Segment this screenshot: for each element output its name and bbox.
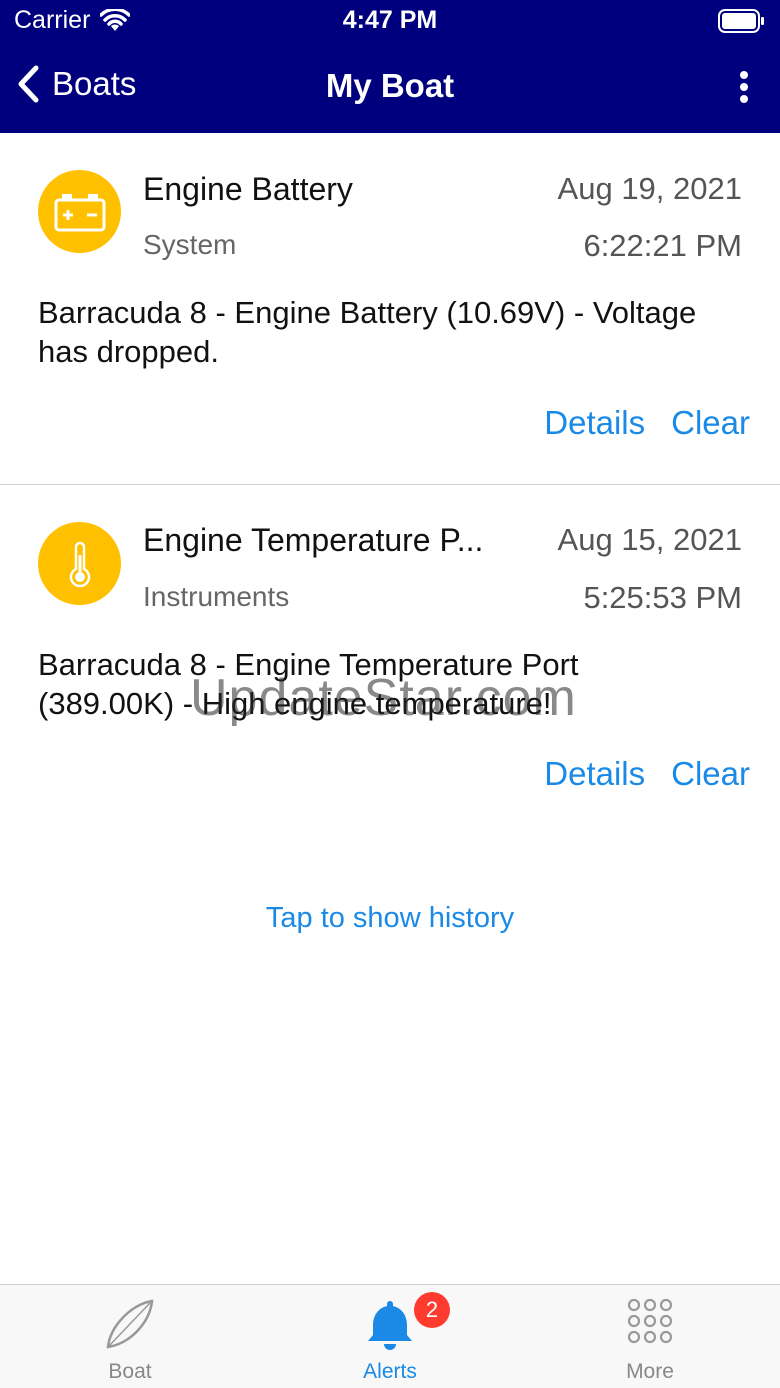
alert-time: 6:22:21 PM xyxy=(583,228,742,263)
thermometer-icon xyxy=(69,541,90,587)
alert-icon-circle xyxy=(38,522,121,605)
status-time: 4:47 PM xyxy=(342,6,438,34)
alert-message: Barracuda 8 - Engine Battery (10.69V) - … xyxy=(38,295,697,369)
top-bar: Carrier 4:47 PM Boats My Boat xyxy=(0,0,780,133)
alert-card: Engine Temperature P... Instruments Aug … xyxy=(0,485,780,815)
tab-boat[interactable]: Boat xyxy=(0,1285,260,1388)
alert-time: 5:25:53 PM xyxy=(583,580,742,615)
tab-more[interactable]: More xyxy=(520,1285,780,1388)
tab-label: Alerts xyxy=(363,1360,417,1383)
clear-button[interactable]: Clear xyxy=(671,755,750,793)
clear-button[interactable]: Clear xyxy=(671,404,750,442)
alert-title: Engine Temperature P... xyxy=(143,522,484,558)
details-button[interactable]: Details xyxy=(544,404,645,442)
show-history-link[interactable]: Tap to show history xyxy=(0,902,780,935)
tab-label: More xyxy=(626,1360,674,1383)
battery-icon xyxy=(718,8,766,39)
alerts-badge: 2 xyxy=(414,1292,450,1328)
alert-icon-circle xyxy=(38,170,121,253)
boat-icon xyxy=(106,1299,154,1349)
alert-category: Instruments xyxy=(143,581,290,612)
more-vertical-icon[interactable] xyxy=(738,70,750,109)
alert-actions: Details Clear xyxy=(544,404,750,442)
tab-bar: Boat Alerts More xyxy=(0,1284,780,1388)
alert-title: Engine Battery xyxy=(143,171,353,207)
tab-alerts[interactable]: Alerts xyxy=(260,1285,520,1388)
tab-label: Boat xyxy=(108,1360,152,1383)
alert-card: Engine Battery System Aug 19, 2021 6:22:… xyxy=(0,133,780,485)
alert-message: Barracuda 8 - Engine Temperature Port (3… xyxy=(38,647,579,721)
battery-icon xyxy=(54,193,105,231)
details-button[interactable]: Details xyxy=(544,755,645,793)
alert-date: Aug 15, 2021 xyxy=(557,522,742,557)
alert-category: System xyxy=(143,229,237,260)
bell-icon xyxy=(368,1301,412,1350)
alert-date: Aug 19, 2021 xyxy=(557,171,742,206)
grid-icon xyxy=(627,1298,673,1344)
page-title: My Boat xyxy=(325,67,455,104)
alert-actions: Details Clear xyxy=(544,755,750,793)
